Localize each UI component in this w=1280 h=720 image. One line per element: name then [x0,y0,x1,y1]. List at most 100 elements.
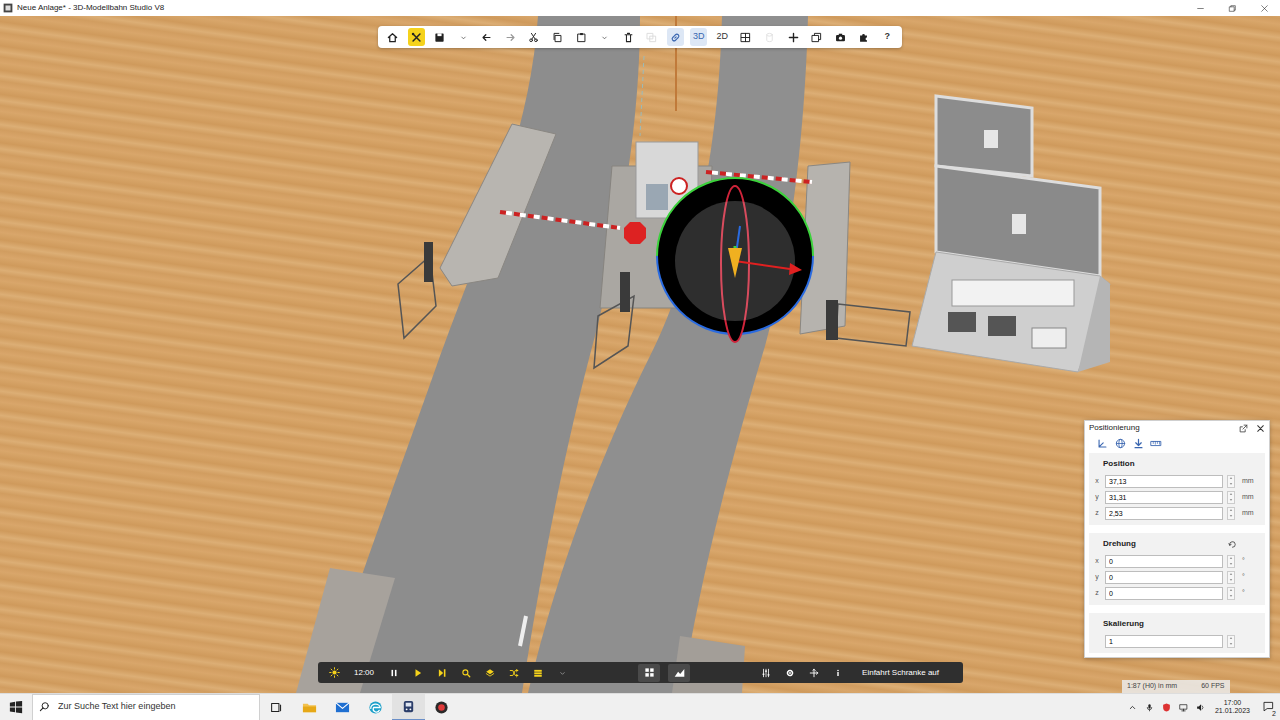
add-icon[interactable] [785,28,802,46]
spinner-icon[interactable] [1227,507,1235,520]
layers-icon[interactable] [482,664,498,682]
notification-button[interactable]: 2 [1256,694,1280,720]
home-icon[interactable] [384,28,401,46]
delete-icon[interactable] [620,28,637,46]
rotation-section: Drehungx°y°z° [1089,533,1265,605]
window-title: Neue Anlage* - 3D-Modellbahn Studio V8 [17,2,1184,14]
grid-icon[interactable] [737,28,754,46]
view-mode-button[interactable]: 2D [714,28,731,46]
axis-label: x [1093,556,1101,567]
redo-icon[interactable] [502,28,519,46]
copy-icon[interactable] [549,28,566,46]
move-icon[interactable] [806,664,822,682]
clock[interactable]: 17:0021.01.2023 [1209,699,1256,716]
tiles-icon[interactable] [638,664,660,682]
spinner-icon[interactable] [1227,491,1235,504]
folder-icon[interactable] [293,694,326,720]
axes-icon[interactable] [1095,437,1109,450]
3d-viewport[interactable]: 3D2D?12:00Einfahrt Schranke auf1:87 (H0)… [0,16,1280,693]
recorder-icon[interactable] [425,694,458,720]
spinner-icon[interactable] [1227,571,1235,584]
value-field[interactable] [1105,475,1223,488]
skip-icon[interactable] [434,664,450,682]
field-row: z° [1093,585,1261,601]
save-menu-icon[interactable] [455,28,472,46]
undo-icon[interactable] [478,28,495,46]
value-field[interactable] [1105,507,1223,520]
spinner-icon[interactable] [1227,587,1235,600]
sim-time[interactable]: 12:00 [350,667,378,679]
unit-label: ° [1239,556,1253,567]
windows-icon[interactable] [808,28,825,46]
axis-label: z [1093,508,1101,519]
help-button[interactable]: ? [879,28,896,46]
sliders-icon[interactable] [758,664,774,682]
spinner-icon[interactable] [1227,475,1235,488]
terrain-icon[interactable] [668,664,690,682]
play-icon[interactable] [410,664,426,682]
task-view-icon[interactable] [260,694,293,720]
sun-icon[interactable] [326,664,342,682]
modellbahn-app-icon[interactable] [392,694,425,720]
field-row: y° [1093,569,1261,585]
info-icon[interactable] [830,664,846,682]
positioning-panel: PositionierungPositionxmmymmzmmDrehungx°… [1084,420,1270,658]
tray-expand-icon[interactable] [1124,703,1141,712]
mail-icon[interactable] [326,694,359,720]
field-row: xmm [1093,473,1261,489]
search-box[interactable] [32,694,260,720]
tool-icon[interactable] [408,28,425,46]
reset-icon[interactable] [1228,540,1261,549]
value-field[interactable] [1105,571,1223,584]
simulation-bar: 12:00Einfahrt Schranke auf [318,662,963,683]
spinner-icon[interactable] [1227,635,1235,648]
shuffle-icon[interactable] [506,664,522,682]
search-icon[interactable] [458,664,474,682]
ruler-icon[interactable] [1149,437,1163,450]
spinner-icon[interactable] [1227,555,1235,568]
drop-icon[interactable] [1131,437,1145,450]
globe-icon[interactable] [1113,437,1127,450]
start-icon[interactable] [0,694,32,720]
view-mode-button[interactable]: 3D [690,28,707,46]
link-icon[interactable] [667,28,684,46]
edge-icon[interactable] [359,694,392,720]
unit-label: mm [1239,492,1254,503]
field-row: x° [1093,553,1261,569]
unit-label: ° [1239,588,1253,599]
value-field[interactable] [1105,491,1223,504]
value-field[interactable] [1105,555,1223,568]
axis-label: y [1093,572,1101,583]
group-icon[interactable] [643,28,660,46]
gear-icon[interactable] [782,664,798,682]
camera-icon[interactable] [832,28,849,46]
stack-menu-icon[interactable] [554,664,570,682]
stack-icon[interactable] [530,664,546,682]
search-input[interactable] [56,699,253,715]
search-icon [39,701,50,713]
title-bar: Neue Anlage* - 3D-Modellbahn Studio V8 [0,0,1280,16]
scale-field[interactable] [1105,635,1223,648]
paste-menu-icon[interactable] [596,28,613,46]
object-icon[interactable] [761,28,778,46]
network-icon[interactable] [1175,703,1192,712]
taskbar: 17:0021.01.20232 [0,693,1280,720]
cut-icon[interactable] [525,28,542,46]
microphone-icon[interactable] [1141,703,1158,712]
app-icon [3,3,13,13]
close-icon[interactable] [1252,424,1265,433]
minimize-icon[interactable] [1184,0,1216,16]
security-icon[interactable] [1158,703,1175,712]
plugin-icon[interactable] [855,28,872,46]
close-icon[interactable] [1248,0,1280,16]
fps-info: 60 FPS [1201,681,1224,692]
unit-label: mm [1239,508,1254,519]
save-icon[interactable] [431,28,448,46]
restore-icon[interactable] [1216,0,1248,16]
pause-icon[interactable] [386,664,402,682]
popout-icon[interactable] [1235,424,1252,433]
speaker-icon[interactable] [1192,703,1209,712]
clock-date: 21.01.2023 [1215,707,1250,715]
value-field[interactable] [1105,587,1223,600]
paste-icon[interactable] [573,28,590,46]
